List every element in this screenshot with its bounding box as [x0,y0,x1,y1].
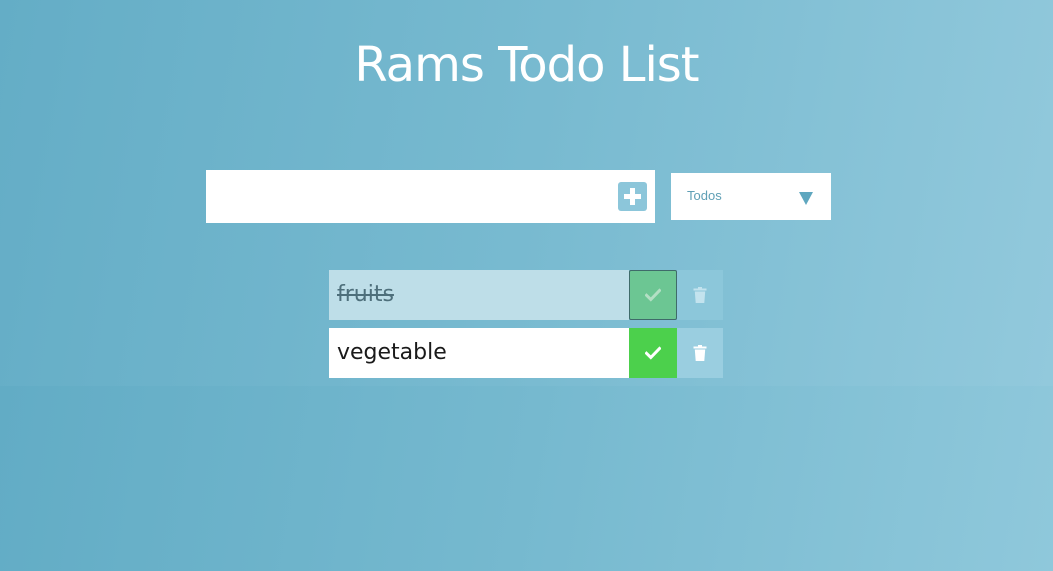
todo-input[interactable] [206,170,606,223]
check-icon [645,288,661,302]
check-icon [645,346,661,360]
delete-button[interactable] [677,328,723,378]
background-lower [0,386,1053,571]
todo-item-text: fruits [329,270,629,320]
todo-item: vegetable [329,328,723,378]
page-title: Rams Todo List [354,37,699,93]
todo-form [206,170,655,223]
filter-select[interactable]: Todos [671,173,831,220]
todo-item: fruits [329,270,723,320]
add-todo-button[interactable] [618,182,647,211]
trash-icon [693,287,707,303]
complete-button[interactable] [629,328,677,378]
trash-icon [693,345,707,361]
caret-down-icon [799,192,813,205]
delete-button[interactable] [677,270,723,320]
complete-button[interactable] [629,270,677,320]
filter-selected-value: Todos [687,188,722,203]
todo-item-text: vegetable [329,328,629,378]
